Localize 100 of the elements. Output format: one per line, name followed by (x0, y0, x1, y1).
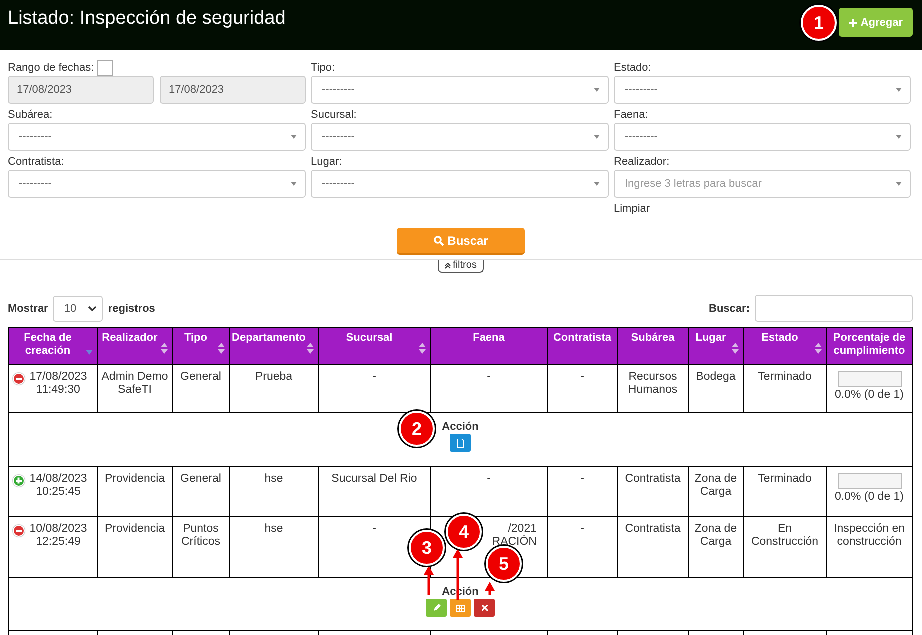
caret-icon (594, 88, 600, 92)
column-header[interactable]: Estado (744, 328, 826, 364)
sort-icon[interactable] (815, 343, 822, 354)
caret-icon (594, 182, 600, 186)
show-label: Mostrar (8, 302, 48, 314)
column-header[interactable]: Subárea (618, 328, 688, 364)
close-icon (482, 605, 488, 611)
table-cell: Admin Demo SafeTI (102, 371, 168, 396)
callout-number: 3 (409, 530, 445, 566)
table-cell: - (372, 523, 376, 535)
sort-icon[interactable] (732, 343, 739, 354)
date-field[interactable]: 17/08/2023 (8, 76, 154, 104)
table-cell: 17/08/2023 11:49:30 (30, 371, 88, 396)
arrow (485, 582, 495, 595)
table-cell: - (487, 473, 491, 485)
column-header[interactable]: Lugar (688, 328, 744, 364)
table-cell: Providencia (104, 473, 166, 485)
document-icon (456, 438, 464, 448)
column-header[interactable]: Realizador (98, 328, 172, 364)
page-size-select[interactable]: 10 (53, 296, 104, 322)
select-field[interactable]: --------- (8, 123, 306, 151)
field-label: Realizador: (614, 154, 671, 170)
expand-icon[interactable] (13, 475, 25, 487)
select-field[interactable]: --------- (8, 170, 306, 198)
chevron-down-icon (88, 306, 98, 312)
column-header[interactable]: Departamento (230, 328, 318, 364)
caret-icon (896, 182, 902, 186)
select-field[interactable]: --------- (311, 123, 609, 151)
filters-toggle[interactable]: filtros (438, 260, 484, 273)
column-header[interactable]: Faena (430, 328, 548, 364)
date-field[interactable]: 17/08/2023 (160, 76, 306, 104)
arrow (424, 566, 434, 595)
sort-icon[interactable] (419, 343, 426, 354)
progress-reading: 0.0% (0 de 1) (834, 389, 904, 401)
sort-icon[interactable] (218, 343, 225, 354)
column-header[interactable]: Contratista (548, 328, 618, 364)
field-label: Contratista: (8, 154, 66, 170)
search-field[interactable] (755, 295, 913, 322)
callout-number: 5 (486, 546, 522, 582)
table-cell: Bodega (696, 371, 736, 383)
table-cell: Contratista (625, 523, 681, 535)
table-cell: Recursos Humanos (628, 371, 678, 396)
collapse-icon[interactable] (13, 373, 25, 385)
callout-number: 2 (399, 411, 435, 447)
checkbox[interactable] (97, 60, 114, 76)
callout-number: 4 (446, 514, 482, 550)
field-label: Subárea: (8, 108, 54, 122)
sort-icon[interactable] (307, 343, 314, 354)
table-cell: Inspección en construcción (834, 523, 905, 548)
pencil-icon (432, 604, 440, 612)
sort-icon[interactable] (161, 343, 168, 354)
table-cell: Providencia (104, 523, 166, 535)
select-field[interactable]: --------- (614, 76, 911, 104)
caret-icon (291, 182, 297, 186)
caret-icon (291, 135, 297, 139)
table-cell: En Construcción (751, 523, 819, 548)
chevrons-up-icon (445, 263, 452, 269)
field-label: Rango de fechas: (8, 62, 94, 74)
page-title: Listado: Inspección de seguridad (8, 8, 286, 30)
clear-link[interactable]: Limpiar (614, 203, 911, 215)
table-cell: General (180, 473, 222, 485)
table-cell: Zona de Carga (694, 523, 738, 548)
table-cell: Prueba (255, 371, 293, 383)
table-cell: hse (264, 473, 284, 485)
table-cell: Zona de Carga (694, 473, 738, 498)
caret-icon (896, 88, 902, 92)
column-header[interactable]: Fecha de creación (8, 328, 98, 364)
table-cell: /2021 RACIÓN (492, 523, 537, 548)
table-cell: - (372, 371, 376, 383)
table-cell: Sucursal Del Rio (332, 473, 418, 485)
table-cell: - (580, 523, 584, 535)
delete-button[interactable] (474, 599, 495, 617)
edit-button[interactable] (426, 599, 447, 617)
records-label: registros (108, 302, 156, 314)
table-cell: General (180, 371, 222, 383)
search-icon (434, 236, 444, 246)
field-label: Estado: (614, 60, 652, 76)
field-label: Lugar: (311, 154, 344, 170)
select-field[interactable]: --------- (311, 76, 609, 104)
table-cell: - (580, 371, 584, 383)
select-field[interactable]: --------- (311, 170, 609, 198)
grid-icon (456, 604, 465, 612)
plus-icon (848, 18, 857, 26)
field-label: Faena: (614, 108, 650, 122)
column-header[interactable]: Porcentaje de cumplimiento (826, 328, 912, 364)
caret-icon (896, 135, 902, 139)
table-cell: hse (264, 523, 284, 535)
field-label: Tipo: (311, 60, 336, 76)
column-header[interactable]: Tipo (172, 328, 230, 364)
table-cell: Terminado (758, 473, 812, 485)
select-field[interactable]: --------- (614, 123, 911, 151)
table-cell: Contratista (625, 473, 681, 485)
pdf-button[interactable] (450, 434, 471, 452)
search-label: Buscar: (709, 302, 750, 314)
table-cell: Puntos Críticos (182, 523, 220, 548)
field-label: Sucursal: (311, 108, 358, 122)
action-label: Acción (442, 421, 479, 433)
column-header[interactable]: Sucursal (318, 328, 430, 364)
collapse-icon[interactable] (13, 525, 25, 537)
table-button[interactable] (450, 599, 471, 617)
